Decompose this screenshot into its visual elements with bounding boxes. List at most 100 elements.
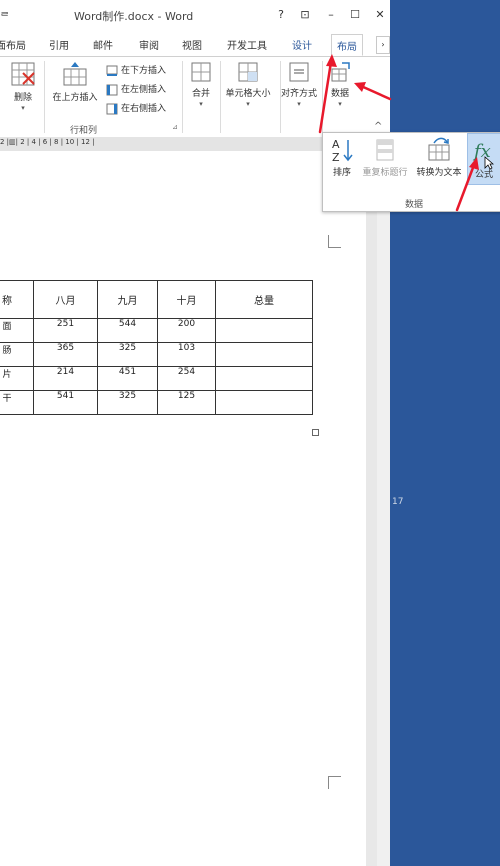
table-cell[interactable]: 214 (33, 366, 98, 391)
ribbon-divider (322, 61, 323, 133)
header-cell-august[interactable]: 八月 (33, 280, 98, 319)
delete-button[interactable]: 删除 ▾ (8, 61, 38, 112)
title-bar: ᄅ Word制作.docx - Word ? ⊡ – ☐ ✕ (0, 0, 390, 32)
vertical-scrollbar[interactable] (377, 151, 390, 866)
table-cell[interactable]: 125 (157, 390, 216, 415)
insert-right-button[interactable]: 在右侧插入 (106, 101, 166, 115)
data-table[interactable]: 称 八月 九月 十月 总量 面 251 544 200 肠 365 325 10… (0, 280, 313, 415)
tab-view[interactable]: 视图 (182, 37, 202, 52)
tab-page-layout[interactable]: 页面布局 (0, 37, 26, 52)
table-cell[interactable] (215, 342, 313, 367)
chevron-down-icon: ▾ (199, 100, 203, 108)
insert-below-label: 在下方插入 (121, 66, 167, 76)
insert-above-icon (63, 62, 87, 86)
table-cell[interactable]: 365 (33, 342, 98, 367)
merge-button[interactable]: 合并 ▾ (188, 61, 214, 108)
delete-label: 删除 (13, 93, 32, 103)
rows-columns-group-label: 行和列 (70, 126, 98, 136)
merge-cells-icon (191, 62, 211, 82)
cell-size-button[interactable]: 单元格大小 ▾ (220, 61, 276, 108)
cell-size-label: 单元格大小 (225, 89, 271, 99)
maximize-button[interactable]: ☐ (346, 6, 364, 24)
insert-above-button[interactable]: 在上方插入 (50, 61, 100, 103)
insert-below-button[interactable]: 在下方插入 (106, 63, 166, 77)
header-cell-name[interactable]: 称 (0, 280, 34, 319)
data-icon (331, 62, 350, 82)
table-row: 肠 365 325 103 (0, 342, 313, 367)
margin-corner-mark (328, 776, 341, 789)
convert-to-text-label: 转换为文本 (416, 168, 462, 178)
convert-to-text-button[interactable]: 转换为文本 (415, 137, 463, 178)
ribbon-display-options-button[interactable]: ⊡ (296, 6, 314, 24)
table-cell[interactable]: 片 (0, 366, 34, 391)
word-window: ᄅ Word制作.docx - Word ? ⊡ – ☐ ✕ 页面布局 引用 邮… (0, 0, 390, 866)
insert-left-icon (106, 84, 118, 95)
sort-button[interactable]: A Z 排序 (329, 137, 355, 178)
tab-developer[interactable]: 开发工具 (227, 37, 267, 52)
dialog-launcher-icon[interactable]: ⊿ (172, 123, 178, 131)
minimize-button[interactable]: – (322, 6, 340, 24)
table-row: 面 251 544 200 (0, 318, 313, 343)
ruler-numbers: 2 |▥| 2 | 4 | 6 | 8 | 10 | 12 | (0, 138, 95, 146)
table-cell[interactable]: 200 (157, 318, 216, 343)
insert-left-label: 在左侧插入 (121, 85, 167, 95)
header-cell-october[interactable]: 十月 (157, 280, 216, 319)
table-cell[interactable]: 103 (157, 342, 216, 367)
tab-scroll-right-button[interactable]: › (376, 36, 390, 54)
repeat-header-rows-button[interactable]: 重复标题行 (361, 137, 409, 178)
table-header-row: 称 八月 九月 十月 总量 (0, 280, 313, 319)
collapse-ribbon-icon[interactable]: ^ (374, 121, 382, 132)
insert-left-button[interactable]: 在左侧插入 (106, 82, 166, 96)
repeat-header-icon (376, 139, 394, 161)
tab-design[interactable]: 设计 (292, 37, 312, 52)
repeat-header-rows-label: 重复标题行 (362, 168, 408, 178)
insert-above-label: 在上方插入 (52, 93, 98, 103)
table-row: 干 541 325 125 (0, 390, 313, 415)
tab-mailings[interactable]: 邮件 (93, 37, 113, 52)
table-cell[interactable]: 325 (97, 342, 158, 367)
table-cell[interactable]: 451 (97, 366, 158, 391)
insert-right-label: 在右侧插入 (121, 104, 167, 114)
insert-below-icon (106, 65, 118, 76)
alignment-button[interactable]: 对齐方式 ▾ (278, 61, 320, 108)
window-title: Word制作.docx - Word (74, 10, 194, 23)
tab-references[interactable]: 引用 (49, 37, 69, 52)
document-area: 称 八月 九月 十月 总量 面 251 544 200 肠 365 325 10… (0, 151, 390, 866)
table-cell[interactable]: 541 (33, 390, 98, 415)
insert-right-icon (106, 103, 118, 114)
table-cell[interactable] (215, 318, 313, 343)
table-cell[interactable]: 肠 (0, 342, 34, 367)
data-button[interactable]: 数据 ▾ (326, 61, 354, 108)
cell-size-icon (238, 62, 258, 82)
chevron-down-icon: ▾ (338, 100, 342, 108)
chevron-down-icon: ▾ (21, 104, 25, 112)
quick-access-glyph[interactable]: ᄅ (0, 8, 9, 23)
margin-corner-mark (328, 235, 341, 248)
header-cell-total[interactable]: 总量 (215, 280, 313, 319)
table-cell[interactable]: 251 (33, 318, 98, 343)
help-button[interactable]: ? (272, 6, 290, 24)
table-cell[interactable]: 254 (157, 366, 216, 391)
sort-label: 排序 (332, 168, 351, 178)
document-page[interactable]: 称 八月 九月 十月 总量 面 251 544 200 肠 365 325 10… (0, 151, 366, 866)
side-number: 17 (392, 497, 404, 507)
table-cell[interactable]: 干 (0, 390, 34, 415)
formula-label: 公式 (474, 170, 493, 180)
table-cell[interactable]: 325 (97, 390, 158, 415)
header-cell-september[interactable]: 九月 (97, 280, 158, 319)
tab-layout[interactable]: 布局 (331, 34, 363, 56)
tab-review[interactable]: 审阅 (139, 37, 159, 52)
table-resize-handle[interactable] (312, 429, 319, 436)
table-row: 片 214 451 254 (0, 366, 313, 391)
close-button[interactable]: ✕ (371, 6, 389, 24)
table-cell[interactable]: 面 (0, 318, 34, 343)
table-cell[interactable] (215, 390, 313, 415)
alignment-icon (289, 62, 309, 82)
mouse-cursor-icon (484, 156, 494, 170)
table-cell[interactable]: 544 (97, 318, 158, 343)
data-label: 数据 (330, 89, 349, 99)
chevron-down-icon: ▾ (246, 100, 250, 108)
convert-to-text-icon (428, 137, 450, 161)
ribbon-divider (44, 61, 45, 133)
table-cell[interactable] (215, 366, 313, 391)
